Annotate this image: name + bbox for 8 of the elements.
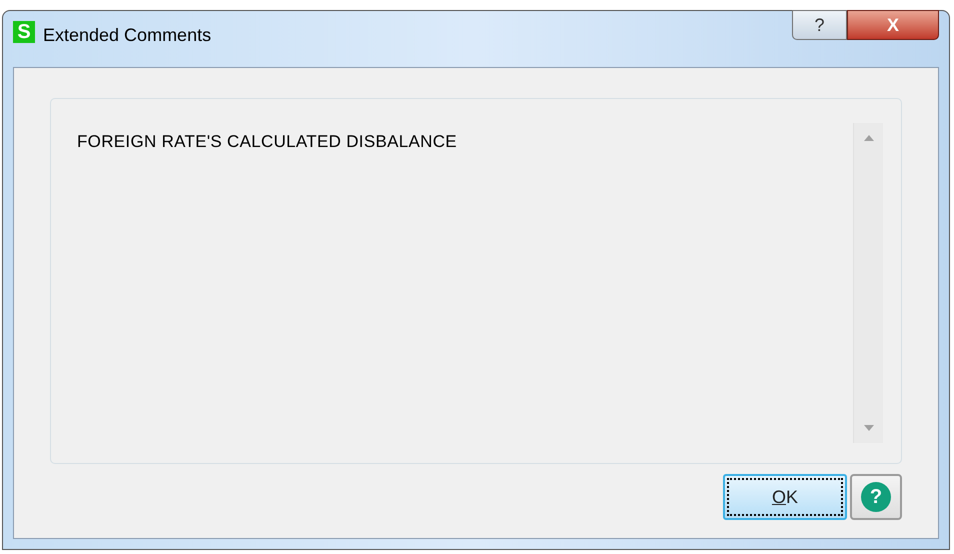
scroll-up-icon[interactable] [864, 135, 874, 141]
app-logo-icon: S [13, 21, 35, 43]
comment-text[interactable]: FOREIGN RATE'S CALCULATED DISBALANCE [77, 123, 853, 443]
help-title-button[interactable]: ? [792, 10, 847, 40]
vertical-scrollbar[interactable] [853, 123, 883, 443]
ok-button[interactable]: OK [723, 474, 847, 520]
scroll-down-icon[interactable] [864, 425, 874, 431]
window-title: Extended Comments [43, 24, 212, 47]
